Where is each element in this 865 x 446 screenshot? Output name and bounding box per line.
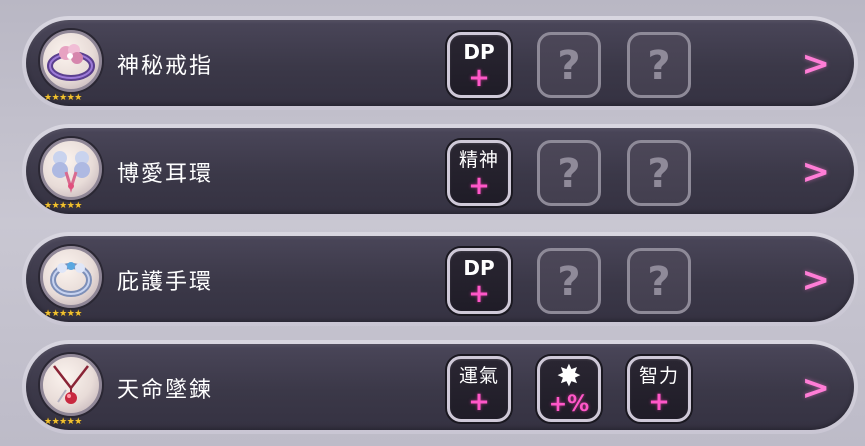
stat-slot-unknown[interactable]: ? [627, 140, 691, 206]
question-icon: ? [647, 151, 671, 197]
slot-label: 運氣 [458, 365, 499, 387]
plus-icon: + [468, 279, 490, 309]
rarity-stars: ★★★★★ [44, 417, 82, 427]
accessory-row-panel: ★★★★★ 神秘戒指 DP + ? ? > [26, 20, 854, 106]
accessory-row-panel: ★★★★★ 天命墜鍊 運氣 + ✸ +% 智力 + > [26, 344, 854, 430]
question-icon: ? [647, 43, 671, 89]
plus-icon: + [468, 171, 490, 201]
accessory-row-shelter-bracelet[interactable]: ★★★★★ 庇護手環 DP + ? ? > [22, 232, 858, 326]
stat-slot-luck[interactable]: 運氣 + [447, 356, 511, 422]
plus-percent-icon: +% [548, 392, 590, 417]
item-name: 天命墜鍊 [117, 378, 214, 403]
chevron-right-icon[interactable]: > [802, 260, 831, 300]
burst-icon: ✸ [556, 359, 582, 394]
stat-slot-intelligence[interactable]: 智力 + [627, 356, 691, 422]
rarity-stars: ★★★★★ [44, 201, 82, 211]
question-icon: ? [557, 259, 581, 305]
earring-icon [40, 138, 102, 200]
stat-slot-dp[interactable]: DP + [447, 248, 511, 314]
accessory-list: ★★★★★ 神秘戒指 DP + ? ? > ★★★★★ 博愛耳環 精神 + ? … [0, 0, 865, 446]
stat-slot-unknown[interactable]: ? [627, 32, 691, 98]
question-icon: ? [557, 43, 581, 89]
accessory-row-mystic-ring[interactable]: ★★★★★ 神秘戒指 DP + ? ? > [22, 16, 858, 110]
accessory-row-charity-earring[interactable]: ★★★★★ 博愛耳環 精神 + ? ? > [22, 124, 858, 218]
stat-slot-unknown[interactable]: ? [537, 140, 601, 206]
stat-slot-spirit[interactable]: 精神 + [447, 140, 511, 206]
ring-icon [40, 30, 102, 92]
slot-label: 精神 [458, 149, 499, 171]
accessory-row-panel: ★★★★★ 庇護手環 DP + ? ? > [26, 236, 854, 322]
slot-label: 智力 [638, 365, 679, 387]
stat-slot-crit[interactable]: ✸ +% [537, 356, 601, 422]
item-name: 庇護手環 [117, 270, 214, 295]
item-name: 神秘戒指 [117, 54, 214, 79]
slot-label: DP [463, 40, 495, 64]
question-icon: ? [557, 151, 581, 197]
chevron-right-icon[interactable]: > [802, 44, 831, 84]
accessory-row-panel: ★★★★★ 博愛耳環 精神 + ? ? > [26, 128, 854, 214]
stat-slot-unknown[interactable]: ? [627, 248, 691, 314]
rarity-stars: ★★★★★ [44, 309, 82, 319]
stat-slot-dp[interactable]: DP + [447, 32, 511, 98]
item-name: 博愛耳環 [117, 162, 214, 187]
bracelet-icon [40, 246, 102, 308]
stat-slot-unknown[interactable]: ? [537, 32, 601, 98]
pendant-icon [40, 354, 102, 416]
question-icon: ? [647, 259, 671, 305]
accessory-row-destiny-pendant[interactable]: ★★★★★ 天命墜鍊 運氣 + ✸ +% 智力 + > [22, 340, 858, 434]
plus-icon: + [468, 63, 490, 93]
slot-label: DP [463, 256, 495, 280]
plus-icon: + [648, 387, 670, 417]
rarity-stars: ★★★★★ [44, 93, 82, 103]
chevron-right-icon[interactable]: > [802, 152, 831, 192]
chevron-right-icon[interactable]: > [802, 368, 831, 408]
stat-slot-unknown[interactable]: ? [537, 248, 601, 314]
plus-icon: + [468, 387, 490, 417]
